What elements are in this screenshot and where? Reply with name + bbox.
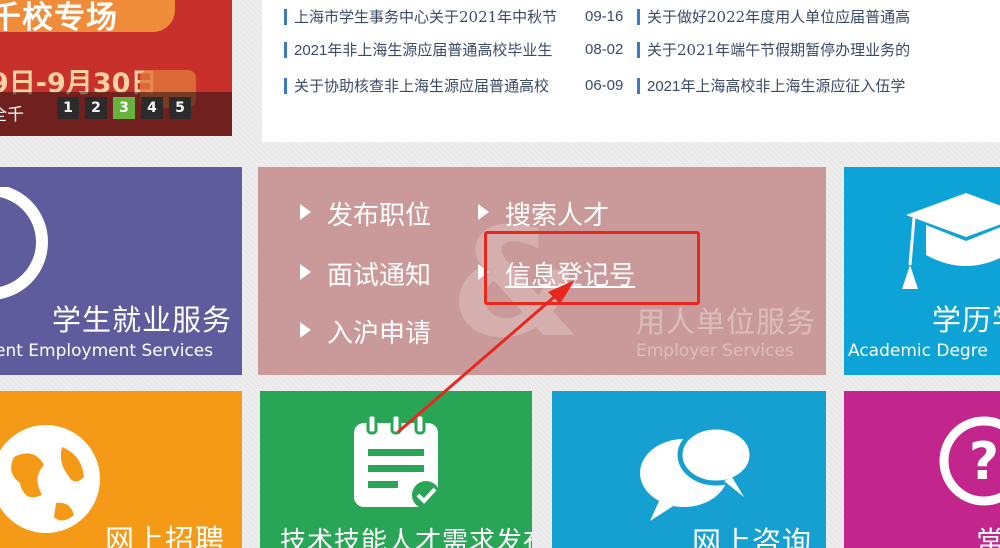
tile-online-recruitment[interactable]: 网上招聘 xyxy=(0,391,242,548)
news-panel: 上海市学生事务中心关于2021年中秋节 2021年非上海生源应届普通高校毕业生 … xyxy=(262,0,1000,142)
news-item[interactable]: 08-02 关于2021年端午节假期暂停办理业务的 xyxy=(585,37,910,63)
tile-student-employment[interactable]: 学生就业服务 ent Employment Services xyxy=(0,167,242,375)
link-search-talent[interactable]: 搜索人才 xyxy=(478,195,609,232)
svg-text:?: ? xyxy=(969,432,999,492)
graduation-cap-icon xyxy=(902,193,1000,289)
carousel-page-3[interactable]: 3 xyxy=(113,97,135,119)
news-item[interactable]: 2021年非上海生源应届普通高校毕业生 xyxy=(284,37,552,63)
news-item[interactable]: 关于协助核查非上海生源应届普通高校 xyxy=(284,73,549,99)
banner-carousel[interactable]: 千校专场 9日-9月30日 全千 1 2 3 4 5 xyxy=(0,0,232,136)
tile-academic-title: 学历学 xyxy=(932,303,1000,337)
globe-icon xyxy=(0,425,100,533)
tile-student-title: 学生就业服务 xyxy=(52,303,233,337)
news-item[interactable]: 09-16 关于做好2022年度用人单位应届普通高 xyxy=(585,4,910,30)
carousel-page-5[interactable]: 5 xyxy=(169,97,191,119)
carousel-page-2[interactable]: 2 xyxy=(85,97,107,119)
tile-employer-subtitle: Employer Services xyxy=(636,341,794,361)
link-interview-notice[interactable]: 面试通知 xyxy=(300,255,431,292)
question-mark-icon: ? xyxy=(939,416,1000,506)
annotation-highlight-box xyxy=(484,231,700,305)
tile-consult-title: 网上咨询 xyxy=(692,525,813,548)
tile-faq-title: 常 xyxy=(976,525,1000,548)
tile-recruit-title: 网上招聘 xyxy=(105,523,226,548)
news-item[interactable]: 06-09 2021年上海高校非上海生源应征入伍学 xyxy=(585,73,905,99)
banner-title: 千校专场 xyxy=(0,0,118,36)
tile-student-subtitle: ent Employment Services xyxy=(0,341,214,361)
tile-online-consultation[interactable]: 网上咨询 xyxy=(552,391,826,548)
news-date: 06-09 xyxy=(585,77,624,94)
banner-caption: 全千 xyxy=(0,105,24,125)
tile-faq[interactable]: ? 常 xyxy=(844,391,1000,548)
carousel-page-1[interactable]: 1 xyxy=(57,97,79,119)
news-date: 08-02 xyxy=(585,41,624,58)
chat-bubble-icon xyxy=(640,424,755,521)
tile-academic-subtitle: Academic Degre xyxy=(848,341,988,361)
page: 千校专场 9日-9月30日 全千 1 2 3 4 5 上海市学生事务中心关于20… xyxy=(0,0,1000,548)
tile-tech-title: 技术技能人才需求发布 xyxy=(280,527,532,548)
student-icon xyxy=(0,187,48,300)
tile-employer-title: 用人单位服务 xyxy=(636,305,817,339)
link-post-job[interactable]: 发布职位 xyxy=(300,195,431,232)
checklist-icon xyxy=(354,413,440,509)
news-date: 09-16 xyxy=(585,8,624,25)
carousel-pager: 1 2 3 4 5 xyxy=(57,97,191,119)
link-shanghai-residency[interactable]: 入沪申请 xyxy=(300,313,431,350)
carousel-page-4[interactable]: 4 xyxy=(141,97,163,119)
news-item[interactable]: 上海市学生事务中心关于2021年中秋节 xyxy=(284,4,557,30)
tile-academic-degree[interactable]: 学历学 Academic Degre xyxy=(844,167,1000,375)
tile-tech-talent[interactable]: 技术技能人才需求发布 xyxy=(260,391,532,548)
